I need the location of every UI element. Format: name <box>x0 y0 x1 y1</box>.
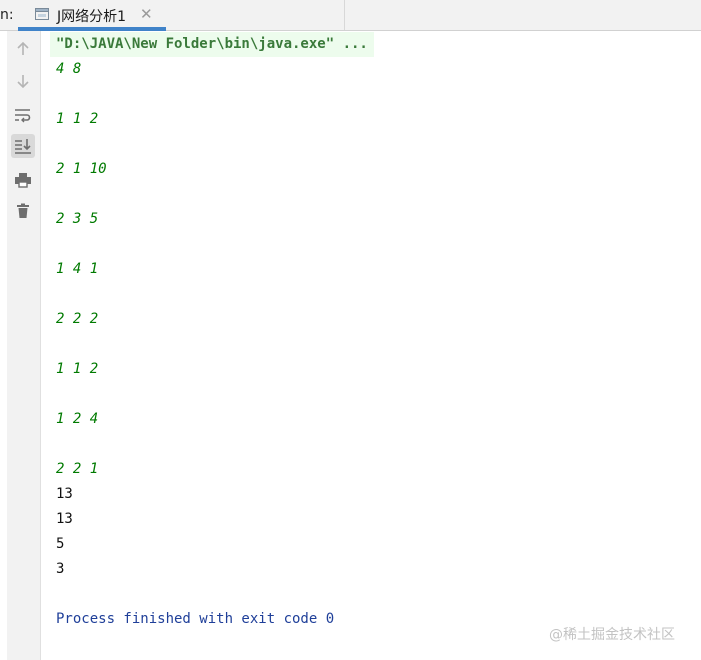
console-input-line: 2 1 10 <box>56 161 107 177</box>
command-line: "D:\JAVA\New Folder\bin\java.exe" ... <box>50 32 374 57</box>
soft-wrap-icon[interactable] <box>11 103 35 127</box>
trash-icon[interactable] <box>11 199 35 223</box>
tab-bar-divider <box>344 0 345 30</box>
run-tab-bar: n: J网络分析1 ✕ <box>0 0 701 31</box>
console-toolbar <box>7 31 41 660</box>
down-arrow-icon[interactable] <box>11 69 35 93</box>
console-output-line: 13 <box>56 511 73 527</box>
console-input-line: 4 8 <box>56 61 82 77</box>
application-icon <box>34 6 50 22</box>
run-console-window: n: J网络分析1 ✕ "D:\JAVA\New Folder\bin\java… <box>0 0 701 660</box>
close-icon[interactable]: ✕ <box>140 5 153 23</box>
console-input-line: 1 1 2 <box>56 111 99 127</box>
console-input-line: 2 2 1 <box>56 461 99 477</box>
scroll-to-end-icon[interactable] <box>11 134 35 158</box>
console-input-line: 1 1 2 <box>56 361 99 377</box>
console-input-line: 1 2 4 <box>56 411 99 427</box>
console-output-line: 13 <box>56 486 73 502</box>
tab-run-configuration[interactable]: J网络分析1 ✕ <box>18 0 166 31</box>
console-input-line: 2 2 2 <box>56 311 99 327</box>
console-output-line: 3 <box>56 561 65 577</box>
up-arrow-icon[interactable] <box>11 37 35 61</box>
exit-message: Process finished with exit code 0 <box>56 611 335 627</box>
console-input-line: 1 4 1 <box>56 261 99 277</box>
print-icon[interactable] <box>11 168 35 192</box>
console-input-line: 2 3 5 <box>56 211 99 227</box>
watermark: @稀土掘金技术社区 <box>549 627 675 643</box>
console-output-line: 5 <box>56 536 65 552</box>
tab-title: J网络分析1 <box>57 9 127 25</box>
run-label: n: <box>0 7 14 23</box>
